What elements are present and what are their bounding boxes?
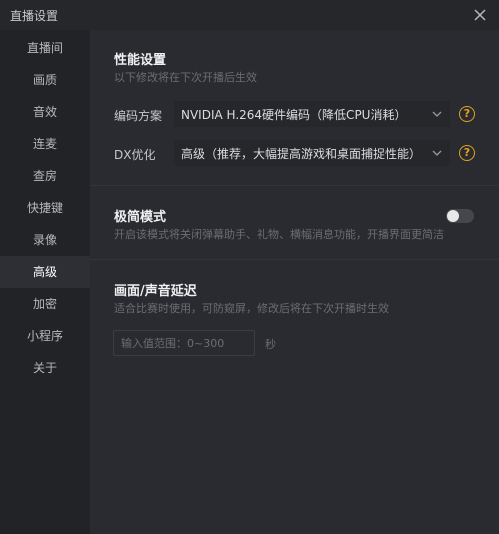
close-icon	[474, 9, 486, 21]
title-bar: 直播设置	[0, 0, 499, 30]
minimal-mode-toggle[interactable]	[446, 209, 474, 223]
delay-description: 适合比赛时使用，可防窥屏，修改后将在下次开播时生效	[114, 302, 389, 315]
delay-title: 画面/声音延迟	[114, 284, 197, 299]
sidebar-item-live-room[interactable]: 直播间	[0, 32, 90, 64]
performance-subtitle: 以下修改将在下次开播后生效	[114, 71, 257, 84]
encoder-select[interactable]: NVIDIA H.264硬件编码（降低CPU消耗）	[174, 101, 450, 127]
sidebar-item-recording[interactable]: 录像	[0, 224, 90, 256]
live-settings-window: 直播设置 直播间 画质 音效 连麦 查房 快捷键 录像 高级 加密 小程序 关于…	[0, 0, 499, 534]
sidebar-item-mini-program[interactable]: 小程序	[0, 320, 90, 352]
minimal-mode-description: 开启该模式将关闭弹幕助手、礼物、横幅消息功能，开播界面更简洁	[114, 228, 444, 241]
dx-help-icon[interactable]: ?	[459, 145, 475, 161]
encoder-value: NVIDIA H.264硬件编码（降低CPU消耗）	[181, 108, 407, 122]
dx-value: 高级（推荐，大幅提高游戏和桌面捕捉性能）	[181, 147, 422, 161]
sidebar-item-quality[interactable]: 画质	[0, 64, 90, 96]
chevron-down-icon	[432, 150, 442, 156]
close-button[interactable]	[469, 4, 491, 26]
minimal-mode-title: 极简模式	[114, 210, 167, 225]
dx-select[interactable]: 高级（推荐，大幅提高游戏和桌面捕捉性能）	[174, 140, 450, 166]
delay-input[interactable]	[113, 330, 255, 356]
advanced-settings-panel: 性能设置 以下修改将在下次开播后生效 编码方案 NVIDIA H.264硬件编码…	[90, 30, 499, 534]
encoder-help-icon[interactable]: ?	[459, 106, 475, 122]
sidebar-item-co-host[interactable]: 连麦	[0, 128, 90, 160]
delay-unit: 秒	[265, 338, 276, 351]
sidebar-item-advanced[interactable]: 高级	[0, 256, 90, 288]
chevron-down-icon	[432, 111, 442, 117]
sidebar-item-about[interactable]: 关于	[0, 352, 90, 384]
section-divider	[90, 185, 499, 186]
window-title: 直播设置	[10, 9, 59, 23]
sidebar-item-room-check[interactable]: 查房	[0, 160, 90, 192]
encoder-label: 编码方案	[114, 109, 163, 123]
toggle-knob	[447, 210, 459, 222]
dx-label: DX优化	[114, 148, 156, 162]
sidebar-item-encryption[interactable]: 加密	[0, 288, 90, 320]
section-divider	[90, 259, 499, 260]
performance-title: 性能设置	[114, 53, 167, 68]
settings-sidebar: 直播间 画质 音效 连麦 查房 快捷键 录像 高级 加密 小程序 关于	[0, 30, 90, 534]
sidebar-item-audio[interactable]: 音效	[0, 96, 90, 128]
sidebar-item-hotkeys[interactable]: 快捷键	[0, 192, 90, 224]
